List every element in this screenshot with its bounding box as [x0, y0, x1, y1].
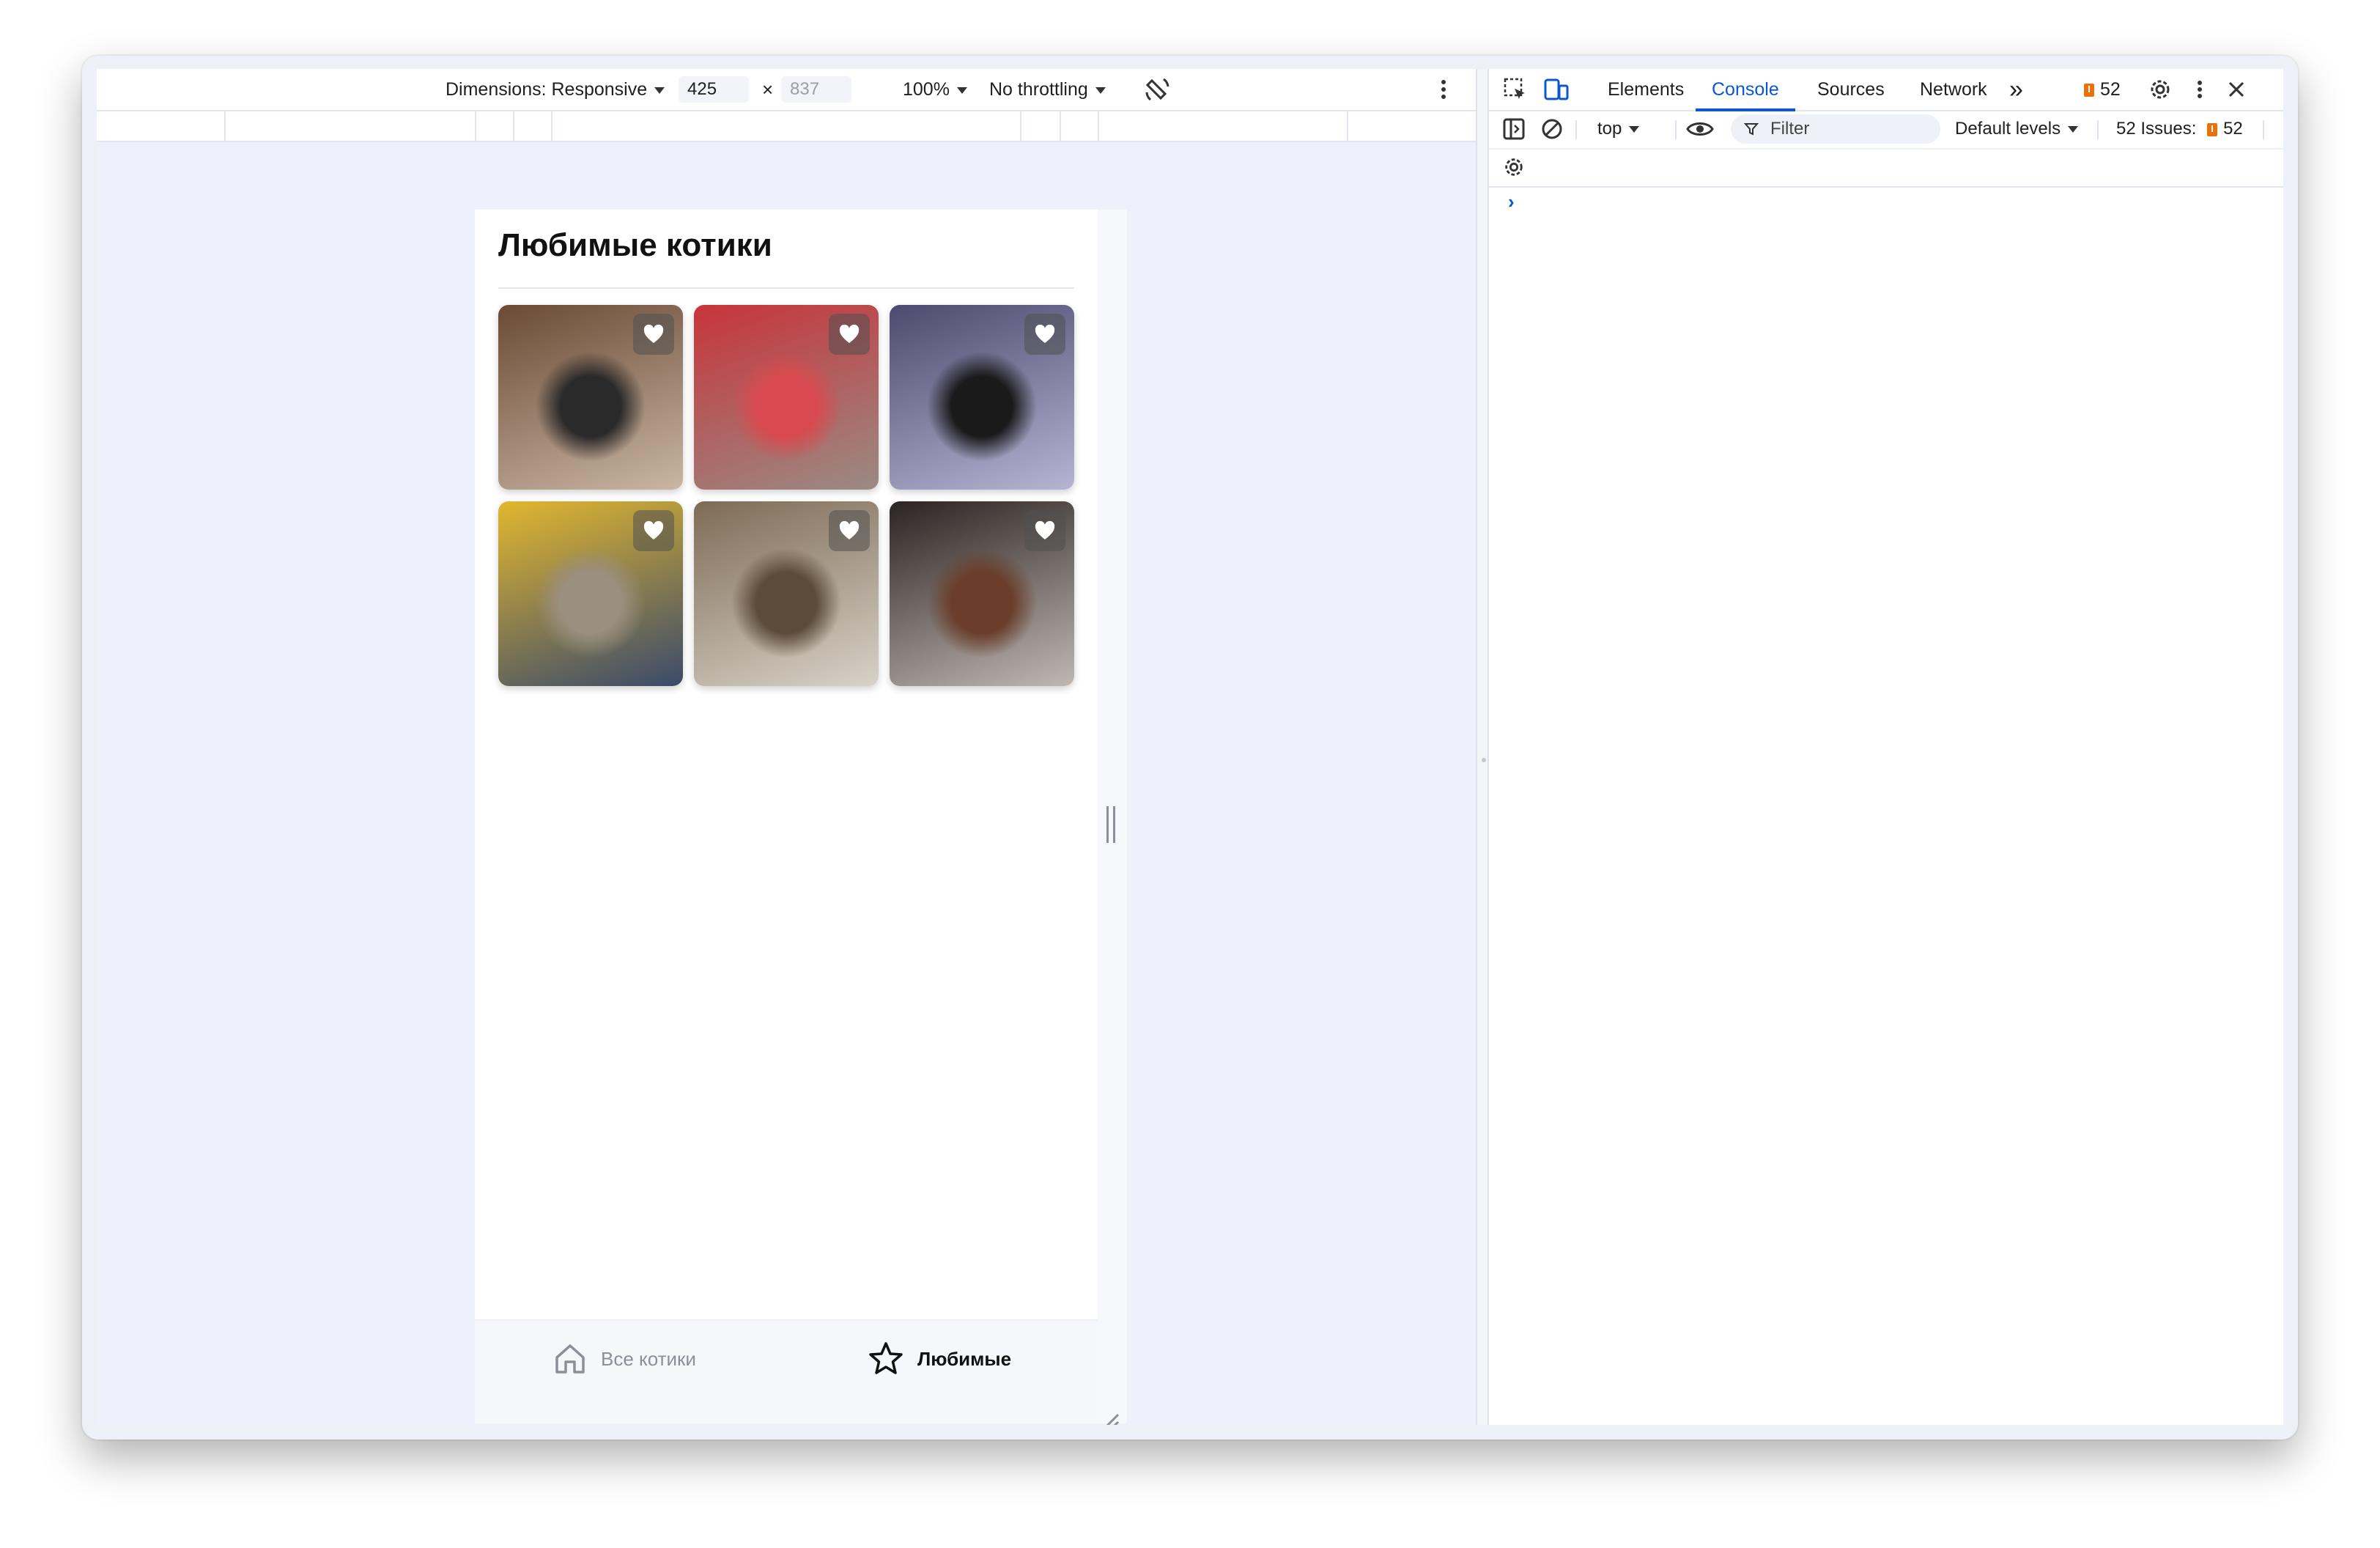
- heart-icon: [839, 324, 860, 343]
- title-divider: [498, 287, 1074, 289]
- heart-icon: [643, 520, 664, 539]
- ruler-tick: [551, 111, 552, 141]
- dimensions-label: Dimensions: Responsive: [446, 79, 648, 100]
- favorite-button[interactable]: [829, 314, 870, 355]
- corner-resize-icon[interactable]: [1101, 1412, 1120, 1425]
- toolbar-separator: [1675, 120, 1677, 139]
- ruler-tick: [1347, 111, 1348, 141]
- console-settings-gear-icon[interactable]: [1499, 152, 1529, 182]
- ruler-tick: [1020, 111, 1021, 141]
- cats-grid: [498, 305, 1074, 686]
- toolbar-separator: [1575, 120, 1577, 139]
- devtools-panel: Elements Console Sources Network » 52 to…: [1489, 69, 2283, 1425]
- tab-elements[interactable]: Elements: [1608, 69, 1684, 110]
- console-toolbar-row-2: [1489, 148, 2283, 188]
- more-options-icon[interactable]: [2185, 75, 2214, 104]
- emulated-device-viewport: Любимые котики Все котики Любимые: [475, 210, 1098, 1423]
- throttling-label: No throttling: [989, 79, 1088, 100]
- home-icon: [555, 1344, 585, 1374]
- filter-placeholder: Filter: [1770, 119, 1810, 139]
- cat-card[interactable]: [890, 501, 1074, 686]
- favorite-button[interactable]: [1024, 314, 1065, 355]
- chevron-down-icon: [956, 86, 967, 94]
- cat-card[interactable]: [694, 305, 879, 490]
- issues-label: 52 Issues:: [2116, 119, 2197, 139]
- toolbar-separator: [2097, 120, 2099, 139]
- filter-icon: [1744, 123, 1759, 136]
- width-input[interactable]: 425: [679, 76, 749, 103]
- issue-flag-icon: [2084, 84, 2094, 97]
- devtools-tab-strip: Elements Console Sources Network » 52: [1489, 69, 2283, 111]
- ruler-tick: [1060, 111, 1061, 141]
- cat-card[interactable]: [890, 305, 1074, 490]
- zoom-label: 100%: [903, 79, 950, 100]
- chevron-down-icon: [1095, 86, 1106, 94]
- cat-card[interactable]: [694, 501, 879, 686]
- favorite-button[interactable]: [633, 510, 674, 551]
- heart-icon: [643, 324, 664, 343]
- cat-card[interactable]: [498, 501, 683, 686]
- chevron-down-icon: [654, 86, 665, 94]
- times-separator: ×: [762, 78, 774, 100]
- tab-favorites-label: Любимые: [917, 1347, 1012, 1370]
- more-options-icon[interactable]: [1439, 75, 1448, 104]
- dimensions-dropdown[interactable]: Dimensions: Responsive: [446, 69, 665, 110]
- sidebar-toggle-icon[interactable]: [1499, 114, 1529, 144]
- width-resize-handle[interactable]: [1106, 806, 1115, 843]
- cat-card[interactable]: [498, 305, 683, 490]
- clear-console-icon[interactable]: [1537, 114, 1567, 144]
- issue-flag-icon: [2207, 122, 2218, 136]
- rotate-icon[interactable]: [1143, 75, 1172, 104]
- inspect-element-icon[interactable]: [1501, 75, 1530, 104]
- live-expression-eye-icon[interactable]: [1685, 114, 1715, 144]
- ruler-tick: [475, 111, 476, 141]
- more-tabs-icon[interactable]: »: [2009, 69, 2023, 110]
- ruler-tick: [224, 111, 226, 141]
- issues-count: 52: [2100, 79, 2121, 100]
- favorite-button[interactable]: [1024, 510, 1065, 551]
- settings-gear-icon[interactable]: [2146, 75, 2175, 104]
- toolbar-separator: [2263, 120, 2264, 139]
- throttling-dropdown[interactable]: No throttling: [989, 69, 1106, 110]
- chevron-down-icon: [2068, 126, 2079, 133]
- tab-sources[interactable]: Sources: [1817, 69, 1885, 110]
- context-label: top: [1597, 119, 1622, 139]
- favorite-button[interactable]: [633, 314, 674, 355]
- console-prompt-chevron-icon[interactable]: ›: [1508, 191, 1515, 213]
- device-emulation-pane: Dimensions: Responsive 425 × 837 100% No…: [97, 69, 1476, 1425]
- tab-all-cats-label: Все котики: [601, 1347, 696, 1370]
- heart-icon: [1035, 520, 1055, 539]
- browser-window: Dimensions: Responsive 425 × 837 100% No…: [82, 56, 2298, 1440]
- issues-counter[interactable]: 52: [2084, 69, 2121, 110]
- log-levels-label: Default levels: [1955, 119, 2061, 139]
- ruler-tick: [513, 111, 514, 141]
- device-toolbar: Dimensions: Responsive 425 × 837 100% No…: [97, 69, 1476, 110]
- console-toolbar: top Filter Default levels 52 Issues: 52: [1489, 110, 2283, 150]
- zoom-dropdown[interactable]: 100%: [903, 69, 967, 110]
- bottom-tab-bar: Все котики Любимые: [475, 1319, 1098, 1423]
- splitter-grip: [1482, 758, 1486, 762]
- browser-content: Dimensions: Responsive 425 × 837 100% No…: [97, 69, 2283, 1425]
- tab-network[interactable]: Network: [1920, 69, 1987, 110]
- heart-icon: [1035, 324, 1055, 343]
- tab-favorites[interactable]: Любимые: [868, 1321, 1011, 1397]
- issues-link[interactable]: 52 Issues: 52: [2116, 110, 2243, 148]
- tab-all-cats[interactable]: Все котики: [552, 1321, 696, 1397]
- tab-console[interactable]: Console: [1696, 69, 1795, 111]
- devtools-splitter[interactable]: [1476, 69, 1489, 1425]
- chevron-down-icon: [1629, 126, 1640, 133]
- ruler-tick: [1098, 111, 1099, 141]
- close-icon[interactable]: [2222, 75, 2251, 104]
- favorite-button[interactable]: [829, 510, 870, 551]
- star-icon: [869, 1342, 903, 1374]
- console-filter-input[interactable]: Filter: [1731, 114, 1940, 144]
- issues-label-count: 52: [2223, 119, 2243, 139]
- media-query-ruler: [97, 110, 1476, 142]
- page-title: Любимые котики: [498, 227, 772, 263]
- height-input[interactable]: 837: [781, 76, 851, 103]
- context-selector[interactable]: top: [1597, 110, 1640, 148]
- heart-icon: [839, 520, 860, 539]
- device-toggle-icon[interactable]: [1542, 75, 1571, 104]
- log-levels-dropdown[interactable]: Default levels: [1955, 110, 2079, 148]
